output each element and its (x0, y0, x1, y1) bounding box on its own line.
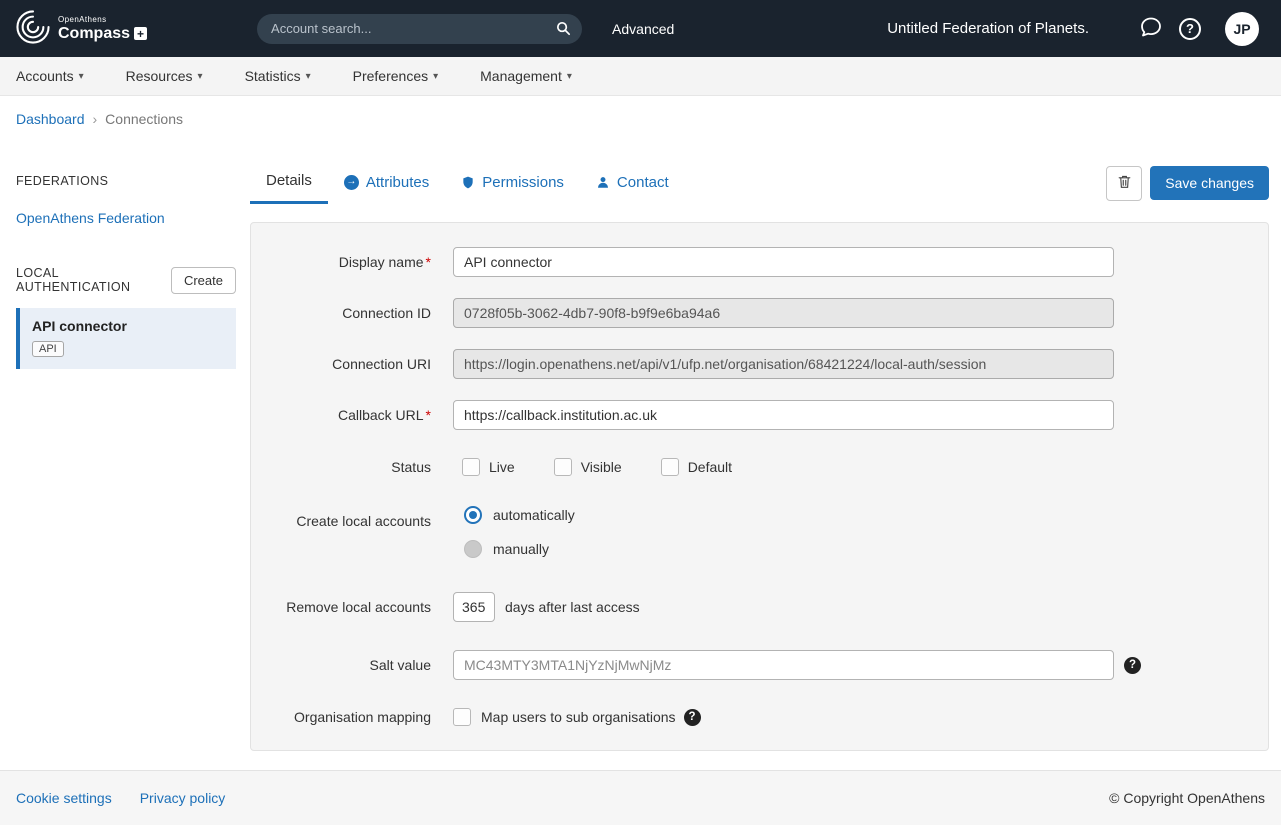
sidebar-item-api-connector[interactable]: API connector API (16, 308, 236, 369)
federations-heading: FEDERATIONS (16, 174, 236, 188)
organisation-mapping-checkbox-label: Map users to sub organisations (481, 709, 676, 725)
menu-item-resources[interactable]: Resources ▾ (126, 68, 203, 84)
account-search-input[interactable] (257, 14, 582, 44)
search-icon (555, 25, 572, 40)
connection-uri-label: Connection URI (281, 356, 431, 372)
tab-permissions[interactable]: Permissions (445, 162, 580, 204)
user-avatar[interactable]: JP (1225, 12, 1259, 46)
sidebar-item-openathens-federation[interactable]: OpenAthens Federation (16, 210, 165, 226)
status-default-label: Default (688, 459, 732, 475)
connection-id-input (453, 298, 1114, 328)
callback-url-label: Callback URL (338, 407, 424, 423)
advanced-search-link[interactable]: Advanced (612, 21, 674, 37)
display-name-input[interactable] (453, 247, 1114, 277)
status-default-checkbox[interactable] (661, 458, 679, 476)
display-name-label: Display name (339, 254, 424, 270)
remove-accounts-days-input[interactable] (453, 592, 495, 622)
organisation-mapping-help-icon[interactable]: ? (684, 709, 701, 726)
shield-icon (461, 175, 475, 190)
search-button[interactable] (555, 20, 572, 40)
main-panel: Details → Attributes Permissions Con (250, 142, 1269, 751)
privacy-policy-link[interactable]: Privacy policy (140, 790, 226, 806)
callback-url-input[interactable] (453, 400, 1114, 430)
top-navbar: OpenAthens Compass + Advanced Untitled F… (0, 0, 1281, 57)
automatically-label: automatically (493, 507, 575, 523)
trash-icon (1117, 173, 1132, 193)
chat-bubble-icon (1139, 15, 1163, 42)
connection-name: API connector (32, 318, 224, 334)
connection-type-badge: API (32, 341, 64, 357)
status-label: Status (281, 459, 431, 475)
brand-bottom-label: Compass (58, 26, 130, 42)
manually-label: manually (493, 541, 549, 557)
caret-down-icon: ▾ (567, 71, 572, 82)
save-changes-button[interactable]: Save changes (1150, 166, 1269, 200)
delete-connection-button[interactable] (1106, 166, 1142, 201)
salt-help-icon[interactable]: ? (1124, 657, 1141, 674)
create-connection-button[interactable]: Create (171, 267, 236, 294)
main-menu: Accounts ▾ Resources ▾ Statistics ▾ Pref… (0, 57, 1281, 96)
tab-attributes[interactable]: → Attributes (328, 162, 445, 204)
menu-item-management[interactable]: Management ▾ (480, 68, 572, 84)
caret-down-icon: ▾ (433, 71, 438, 82)
sidebar: FEDERATIONS OpenAthens Federation LOCAL … (16, 142, 236, 369)
person-icon (596, 175, 610, 190)
organisation-mapping-checkbox[interactable] (453, 708, 471, 726)
connection-id-label: Connection ID (281, 305, 431, 321)
status-live-checkbox[interactable] (462, 458, 480, 476)
status-visible-checkbox[interactable] (554, 458, 572, 476)
breadcrumb-current: Connections (105, 111, 183, 127)
tab-contact[interactable]: Contact (580, 162, 685, 204)
remove-local-accounts-label: Remove local accounts (281, 599, 431, 615)
create-accounts-automatically-radio[interactable] (464, 506, 482, 524)
caret-down-icon: ▾ (79, 71, 84, 82)
menu-item-statistics[interactable]: Statistics ▾ (245, 68, 311, 84)
federation-name: Untitled Federation of Planets. (887, 20, 1089, 37)
tab-details[interactable]: Details (250, 162, 328, 204)
breadcrumb-dashboard-link[interactable]: Dashboard (16, 111, 85, 127)
menu-item-accounts[interactable]: Accounts ▾ (16, 68, 84, 84)
help-icon: ? (1179, 18, 1201, 40)
breadcrumb: Dashboard › Connections (0, 96, 1281, 142)
help-button[interactable]: ? (1179, 18, 1201, 40)
salt-value-label: Salt value (281, 657, 431, 673)
breadcrumb-separator-icon: › (93, 111, 98, 127)
caret-down-icon: ▾ (198, 71, 203, 82)
plus-icon: + (134, 27, 147, 40)
account-search (257, 14, 582, 44)
app-logo[interactable]: OpenAthens Compass + (14, 8, 147, 49)
tab-bar: Details → Attributes Permissions Con (250, 162, 685, 204)
copyright-text: © Copyright OpenAthens (1109, 790, 1265, 806)
remove-accounts-suffix: days after last access (505, 599, 640, 615)
organisation-mapping-label: Organisation mapping (281, 709, 431, 725)
page-footer: Cookie settings Privacy policy © Copyrig… (0, 770, 1281, 825)
messages-button[interactable] (1139, 15, 1163, 42)
openathens-swirl-icon (14, 8, 52, 49)
local-authentication-heading: LOCAL AUTHENTICATION (16, 266, 171, 294)
brand-top-label: OpenAthens (58, 16, 147, 24)
status-live-label: Live (489, 459, 515, 475)
required-asterisk: * (426, 254, 431, 270)
status-visible-label: Visible (581, 459, 622, 475)
connection-uri-input (453, 349, 1114, 379)
caret-down-icon: ▾ (306, 71, 311, 82)
arrow-circle-icon: → (344, 175, 359, 190)
create-local-accounts-label: Create local accounts (281, 513, 431, 529)
cookie-settings-link[interactable]: Cookie settings (16, 790, 112, 806)
menu-item-preferences[interactable]: Preferences ▾ (353, 68, 439, 84)
create-accounts-manually-radio[interactable] (464, 540, 482, 558)
salt-value-input[interactable] (453, 650, 1114, 680)
details-form: Display name* Connection ID Connection U… (250, 222, 1269, 751)
required-asterisk: * (426, 407, 431, 423)
